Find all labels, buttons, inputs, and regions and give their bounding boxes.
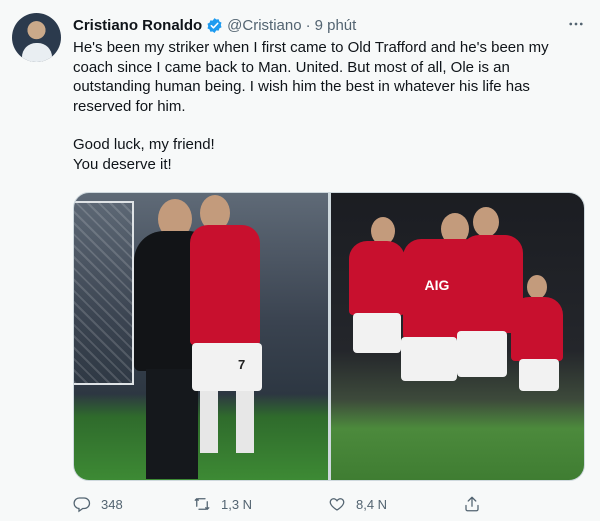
reply-button[interactable]: 348 xyxy=(73,495,193,513)
tweet-time[interactable]: 9 phút xyxy=(315,17,357,34)
player-shirt xyxy=(510,297,563,361)
player-head xyxy=(526,275,547,299)
more-icon[interactable] xyxy=(566,14,586,34)
retweet-icon xyxy=(194,498,210,510)
player-shorts xyxy=(400,337,457,381)
verified-badge-icon xyxy=(207,17,222,33)
player-shorts xyxy=(456,331,507,377)
goal-net xyxy=(74,201,134,385)
separator-dot: · xyxy=(305,16,311,34)
reply-icon xyxy=(73,497,91,513)
like-count: 8,4 N xyxy=(356,496,388,512)
tweet-actions: 348 1,3 N 8,4 N xyxy=(73,493,573,515)
avatar[interactable] xyxy=(12,13,61,62)
author-handle[interactable]: @Cristiano xyxy=(227,17,301,34)
coach-legs xyxy=(146,369,198,479)
tweet[interactable]: Cristiano Ronaldo @Cristiano · 9 phút He… xyxy=(0,0,600,521)
player-shorts xyxy=(518,359,559,391)
share-icon xyxy=(465,496,479,512)
player-socks xyxy=(236,391,254,453)
retweet-button[interactable]: 1,3 N xyxy=(193,495,328,513)
player-shirt xyxy=(190,225,260,345)
tweet-line: You deserve it! xyxy=(73,155,172,173)
player-shorts xyxy=(352,313,401,353)
tweet-media[interactable]: 7 AIG xyxy=(73,192,585,481)
player-shirt xyxy=(348,241,405,315)
player-head xyxy=(472,207,499,237)
retweet-count: 1,3 N xyxy=(221,496,253,512)
player-socks xyxy=(200,391,218,453)
tweet-line: Good luck, my friend! xyxy=(73,136,215,153)
like-button[interactable]: 8,4 N xyxy=(328,495,463,513)
tweet-header: Cristiano Ronaldo @Cristiano · 9 phút xyxy=(73,14,356,36)
tweet-text: He's been my striker when I first came t… xyxy=(73,38,578,174)
photo-embrace[interactable]: 7 xyxy=(74,193,328,480)
player-shorts xyxy=(192,343,262,391)
shirt-number: 7 xyxy=(238,357,246,372)
like-icon xyxy=(329,498,345,511)
share-button[interactable] xyxy=(463,495,481,513)
author-name[interactable]: Cristiano Ronaldo xyxy=(73,17,202,34)
photo-celebration[interactable]: AIG xyxy=(330,193,584,480)
sponsor-text: AIG xyxy=(424,277,450,293)
reply-count: 348 xyxy=(101,496,123,512)
tweet-paragraph: He's been my striker when I first came t… xyxy=(73,39,549,115)
